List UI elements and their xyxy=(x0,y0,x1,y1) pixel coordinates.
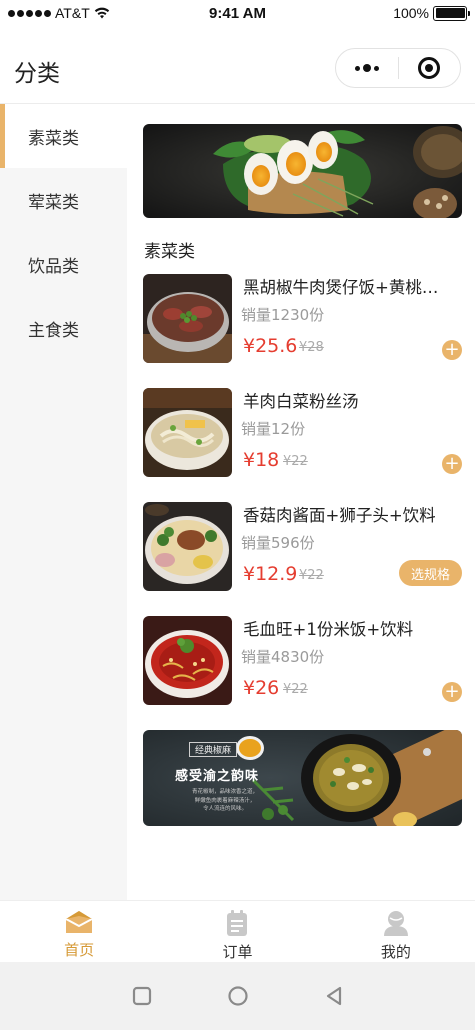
plus-icon: + xyxy=(444,339,460,360)
list-item[interactable]: 毛血旺+1份米饭+饮料 销量4830份 ¥26 ¥22 + xyxy=(143,616,462,706)
product-original-price: ¥22 xyxy=(283,682,308,697)
tab-label: 我的 xyxy=(380,943,411,961)
product-image xyxy=(143,502,232,591)
sidebar-item-vegetable[interactable]: 素菜类 xyxy=(0,104,127,168)
status-left: AT&T xyxy=(8,5,110,21)
product-price: ¥18 xyxy=(243,449,280,471)
product-image xyxy=(143,616,232,705)
sidebar-item-staple[interactable]: 主食类 xyxy=(0,296,127,360)
status-right: 100% xyxy=(393,5,470,21)
add-to-cart-button[interactable]: + xyxy=(442,454,462,474)
product-image xyxy=(143,388,232,477)
product-price: ¥12.9 xyxy=(243,563,298,585)
navigation-bar: 分类 xyxy=(0,26,475,104)
tab-mine[interactable]: 我的 xyxy=(317,901,475,962)
product-name: 毛血旺+1份米饭+饮料 xyxy=(243,620,414,639)
banner-tag: 经典椒麻 xyxy=(189,742,237,757)
plus-icon: + xyxy=(444,681,460,702)
system-navigation-bar xyxy=(0,962,475,1030)
order-icon xyxy=(227,910,248,936)
section-title: 素菜类 xyxy=(144,242,195,262)
product-name: 黑胡椒牛肉煲仔饭+黄桃罐头 xyxy=(243,278,453,297)
sidebar-item-label: 荤菜类 xyxy=(28,192,79,213)
back-triangle-icon xyxy=(326,986,341,1006)
list-item[interactable]: 羊肉白菜粉丝汤 销量12份 ¥18 ¥22 + xyxy=(143,388,462,478)
sidebar-item-label: 饮品类 xyxy=(28,256,79,277)
mini-program-capsule xyxy=(335,48,461,88)
product-price: ¥25.6 xyxy=(243,335,298,357)
plus-icon: + xyxy=(444,453,460,474)
sidebar-item-label: 主食类 xyxy=(28,320,79,341)
product-name: 香菇肉酱面+狮子头+饮料 xyxy=(243,506,436,525)
bottom-banner[interactable]: 经典椒麻 感受渝之韵味 青花椒制，品味浓香之道， 鲜嫩鱼肉裹着麻辣汤汁， 令人流… xyxy=(143,730,462,826)
battery-icon xyxy=(433,5,470,21)
tab-bar: 首页 订单 我的 xyxy=(0,900,475,962)
product-image xyxy=(143,274,232,363)
banner-caption: 青花椒制，品味浓香之道， 鲜嫩鱼肉裹着麻辣汤汁， 令人流连的风味。 xyxy=(191,789,258,812)
status-bar: AT&T 9:41 AM 100% xyxy=(0,0,475,26)
egg-toast-photo xyxy=(143,124,462,218)
product-list-panel: 素菜类 黑胡椒牛肉煲仔饭+黄桃罐头 销量1230份 ¥25.6 ¥28 + 羊肉… xyxy=(127,104,475,900)
recent-apps-button[interactable] xyxy=(127,981,157,1011)
list-item[interactable]: 香菇肉酱面+狮子头+饮料 销量596份 ¥12.9 ¥22 选规格 xyxy=(143,502,462,592)
product-sales: 销量12份 xyxy=(241,420,306,438)
user-icon xyxy=(383,911,408,936)
sidebar-item-drinks[interactable]: 饮品类 xyxy=(0,232,127,296)
product-original-price: ¥22 xyxy=(283,454,308,469)
add-to-cart-button[interactable]: + xyxy=(442,682,462,702)
tab-label: 首页 xyxy=(64,941,95,959)
product-price: ¥26 xyxy=(243,677,280,699)
tab-label: 订单 xyxy=(222,943,253,961)
wifi-icon xyxy=(94,7,109,19)
product-name: 羊肉白菜粉丝汤 xyxy=(243,392,359,411)
product-original-price: ¥22 xyxy=(299,568,324,583)
tab-home[interactable]: 首页 xyxy=(0,901,158,962)
target-icon xyxy=(418,57,441,79)
more-button[interactable] xyxy=(336,49,398,87)
circle-icon xyxy=(227,986,248,1006)
sidebar-item-label: 素菜类 xyxy=(28,128,79,149)
signal-icon xyxy=(8,9,51,17)
battery-percent: 100% xyxy=(393,5,429,21)
square-icon xyxy=(132,986,151,1006)
home-system-button[interactable] xyxy=(223,981,253,1011)
close-button[interactable] xyxy=(399,49,461,87)
home-icon xyxy=(65,911,93,933)
product-sales: 销量596份 xyxy=(241,534,315,552)
top-banner-image[interactable] xyxy=(143,124,462,218)
product-sales: 销量1230份 xyxy=(241,306,325,324)
back-system-button[interactable] xyxy=(319,981,349,1011)
tab-orders[interactable]: 订单 xyxy=(158,901,316,962)
product-original-price: ¥28 xyxy=(299,340,324,355)
page-title: 分类 xyxy=(14,61,60,87)
sidebar-item-meat[interactable]: 荤菜类 xyxy=(0,168,127,232)
carrier: AT&T xyxy=(55,5,90,21)
product-sales: 销量4830份 xyxy=(241,648,325,666)
select-spec-button[interactable]: 选规格 xyxy=(399,560,462,586)
category-sidebar: 素菜类 荤菜类 饮品类 主食类 xyxy=(0,104,127,900)
list-item[interactable]: 黑胡椒牛肉煲仔饭+黄桃罐头 销量1230份 ¥25.6 ¥28 + xyxy=(143,274,462,364)
add-to-cart-button[interactable]: + xyxy=(442,340,462,360)
banner-headline: 感受渝之韵味 xyxy=(175,769,260,784)
